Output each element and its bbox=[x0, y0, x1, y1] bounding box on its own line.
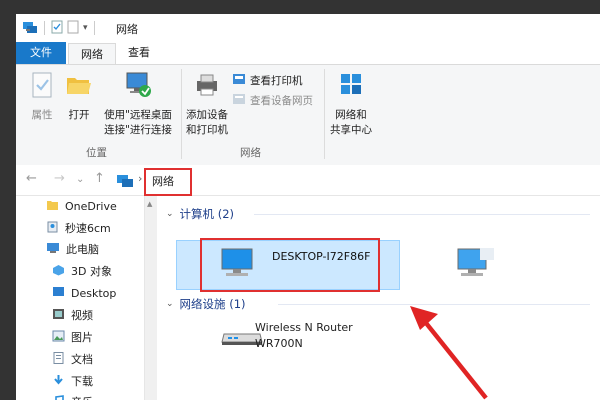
ribbon-group-divider bbox=[181, 69, 182, 159]
nav-item-user[interactable]: 秒速6cm bbox=[46, 218, 111, 238]
red-arrow-annotation bbox=[408, 304, 498, 400]
view-device-page-button[interactable]: 查看设备网页 bbox=[232, 93, 313, 108]
devices-header-label: 网络设施 (1) bbox=[179, 297, 246, 311]
remote-desktop-label-1: 使用"远程桌面 bbox=[104, 109, 172, 121]
picture-icon bbox=[52, 330, 65, 345]
printers-small-icon bbox=[232, 73, 246, 88]
nav-item-desktop[interactable]: Desktop bbox=[52, 283, 116, 303]
computer-icon-blurred[interactable] bbox=[452, 246, 496, 285]
recent-locations-icon[interactable]: ⌄ bbox=[76, 174, 84, 185]
properties-label: 属性 bbox=[31, 109, 53, 121]
printer-icon bbox=[184, 71, 230, 104]
address-segment-network[interactable]: 网络 bbox=[152, 173, 174, 189]
nav-pane-scrollbar[interactable] bbox=[144, 196, 157, 400]
document-icon bbox=[52, 351, 65, 367]
nav-item-label: 音乐 bbox=[71, 394, 93, 400]
nav-item-label: OneDrive bbox=[65, 199, 117, 213]
view-printers-button[interactable]: 查看打印机 bbox=[232, 73, 303, 88]
computers-group-header[interactable]: ⌄ 计算机 (2) bbox=[166, 206, 234, 222]
router-name-line-1: Wireless N Router bbox=[255, 321, 353, 334]
add-device-button[interactable]: 添加设备 和打印机 bbox=[184, 71, 230, 138]
customize-toolbar-icon[interactable]: ▾ bbox=[83, 23, 88, 33]
desktop-folder-icon bbox=[52, 286, 65, 301]
group-label-network: 网络 bbox=[240, 147, 261, 159]
address-row: ← → ⌄ ↑ › 网络 bbox=[16, 165, 600, 196]
devices-group-header[interactable]: ⌄ 网络设施 (1) bbox=[166, 296, 246, 312]
explorer-window: ▾ 网络 文件 网络 查看 属性 打开 使用"远程桌面 连接"进行连接 添加设备… bbox=[16, 14, 600, 400]
scroll-up-arrow-icon[interactable]: ▲ bbox=[147, 200, 152, 208]
folder-icon bbox=[46, 199, 59, 214]
remote-desktop-label-2: 连接"进行连接 bbox=[104, 124, 172, 136]
cube-icon bbox=[52, 264, 65, 279]
group-label-location: 位置 bbox=[86, 147, 107, 159]
nav-item-pictures[interactable]: 图片 bbox=[52, 327, 93, 347]
nav-item-onedrive[interactable]: OneDrive bbox=[46, 196, 117, 216]
remote-desktop-icon bbox=[98, 71, 178, 104]
video-icon bbox=[52, 308, 65, 323]
device-page-small-icon bbox=[232, 93, 246, 108]
window-title: 网络 bbox=[116, 23, 138, 36]
properties-icon bbox=[24, 71, 60, 104]
open-button[interactable]: 打开 bbox=[62, 71, 96, 123]
title-bar: ▾ 网络 bbox=[16, 14, 600, 43]
sharing-center-label-2: 共享中心 bbox=[330, 124, 372, 136]
nav-item-label: 3D 对象 bbox=[71, 265, 112, 278]
router-name-label[interactable]: Wireless N Router WR700N bbox=[255, 320, 353, 352]
computer-icon bbox=[46, 242, 60, 257]
nav-item-this-pc[interactable]: 此电脑 bbox=[46, 239, 99, 259]
forward-arrow-icon[interactable]: → bbox=[54, 171, 65, 186]
network-app-icon bbox=[22, 20, 38, 37]
tab-network[interactable]: 网络 bbox=[68, 43, 116, 65]
nav-item-label: 此电脑 bbox=[66, 243, 99, 256]
view-device-page-label: 查看设备网页 bbox=[250, 95, 313, 107]
nav-item-label: Desktop bbox=[71, 286, 117, 300]
computer-highlight-box bbox=[200, 238, 380, 292]
new-folder-quick-icon[interactable] bbox=[67, 20, 79, 37]
nav-item-label: 图片 bbox=[71, 331, 93, 344]
router-name-line-2: WR700N bbox=[255, 337, 303, 350]
nav-item-label: 文档 bbox=[71, 353, 93, 366]
collapse-chevron-icon[interactable]: ⌄ bbox=[166, 299, 174, 309]
nav-item-documents[interactable]: 文档 bbox=[52, 349, 93, 369]
nav-item-3d-objects[interactable]: 3D 对象 bbox=[52, 261, 112, 281]
ribbon-panel: 属性 打开 使用"远程桌面 连接"进行连接 添加设备 和打印机 查看打印机 查看… bbox=[16, 64, 600, 166]
network-sharing-icon bbox=[326, 71, 376, 104]
open-label: 打开 bbox=[68, 109, 90, 121]
back-arrow-icon[interactable]: ← bbox=[26, 171, 37, 186]
properties-button[interactable]: 属性 bbox=[24, 71, 60, 123]
sharing-center-button[interactable]: 网络和 共享中心 bbox=[326, 71, 376, 138]
user-folder-icon bbox=[46, 221, 59, 236]
ribbon-group-divider bbox=[324, 69, 325, 159]
content-pane: ⌄ 计算机 (2) DESKTOP-I72F86F ⌄ 网络设施 (1) Wir… bbox=[158, 196, 600, 400]
toolbar-divider bbox=[93, 21, 95, 35]
address-separator-chevron: › bbox=[138, 172, 143, 185]
ribbon-tabs: 文件 网络 查看 bbox=[16, 42, 600, 65]
sharing-center-label-1: 网络和 bbox=[335, 109, 367, 121]
nav-item-label: 秒速6cm bbox=[65, 222, 111, 235]
quick-access-toolbar: ▾ bbox=[22, 20, 97, 36]
view-printers-label: 查看打印机 bbox=[250, 75, 303, 87]
nav-item-label: 视频 bbox=[71, 309, 93, 322]
tab-view[interactable]: 查看 bbox=[116, 42, 162, 64]
computers-header-label: 计算机 (2) bbox=[179, 207, 234, 221]
properties-quick-icon[interactable] bbox=[51, 20, 63, 37]
music-icon bbox=[52, 394, 65, 400]
folder-open-icon bbox=[62, 71, 96, 104]
download-arrow-icon bbox=[52, 374, 65, 389]
nav-item-videos[interactable]: 视频 bbox=[52, 305, 93, 325]
nav-item-downloads[interactable]: 下载 bbox=[52, 371, 93, 391]
up-arrow-icon[interactable]: ↑ bbox=[94, 171, 105, 186]
remote-desktop-button[interactable]: 使用"远程桌面 连接"进行连接 bbox=[98, 71, 178, 138]
add-device-label-2: 和打印机 bbox=[186, 124, 228, 136]
collapse-chevron-icon[interactable]: ⌄ bbox=[166, 209, 174, 219]
network-location-icon bbox=[116, 173, 134, 192]
nav-item-music[interactable]: 音乐 bbox=[52, 392, 93, 400]
toolbar-divider bbox=[44, 21, 45, 35]
navigation-pane: OneDrive 秒速6cm 此电脑 3D 对象 Desktop 视频 图片 文… bbox=[16, 196, 156, 400]
add-device-label-1: 添加设备 bbox=[186, 109, 228, 121]
tab-file[interactable]: 文件 bbox=[16, 42, 66, 64]
nav-item-label: 下载 bbox=[71, 375, 93, 388]
group-divider-line bbox=[254, 214, 590, 215]
